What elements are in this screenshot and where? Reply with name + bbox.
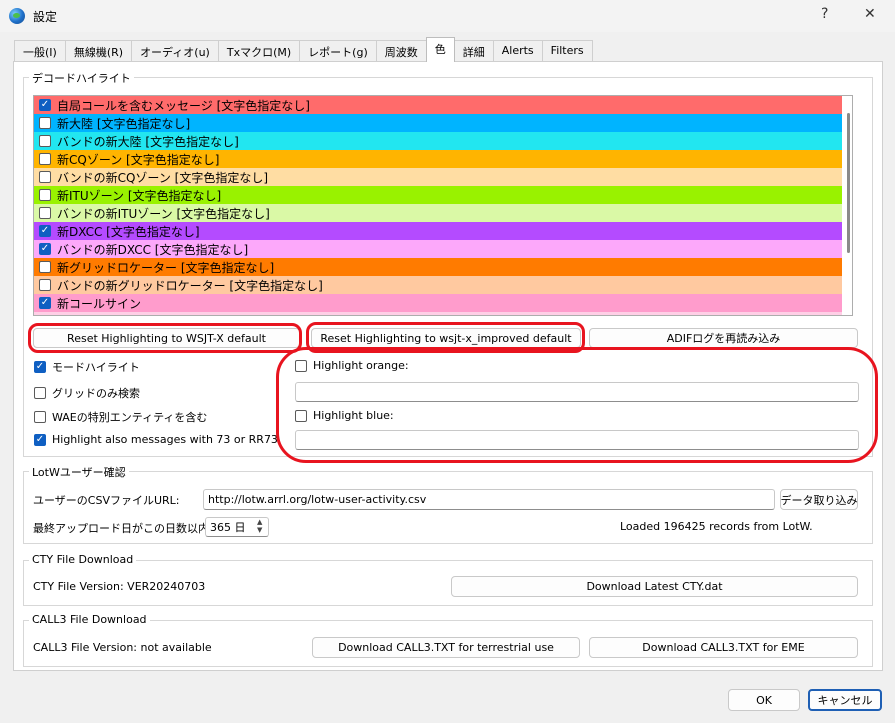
checkbox[interactable]: ✓ xyxy=(39,315,51,316)
cty-download-button[interactable]: Download Latest CTY.dat xyxy=(451,576,858,597)
call3-eme-button[interactable]: Download CALL3.TXT for EME xyxy=(589,637,858,658)
list-item-label: バンドの新大陸 [文字色指定なし] xyxy=(57,134,239,149)
ok-button[interactable]: OK xyxy=(728,689,800,711)
list-item-label: 新CQゾーン [文字色指定なし] xyxy=(57,152,220,167)
lotw-title: LotWユーザー確認 xyxy=(29,464,129,480)
mode-highlight-checkbox[interactable]: ✓ モードハイライト xyxy=(34,359,140,375)
checkbox[interactable] xyxy=(34,411,46,423)
checkbox[interactable] xyxy=(39,171,51,183)
list-item-label: 新DXCC [文字色指定なし] xyxy=(57,224,200,239)
reload-adif-button[interactable]: ADIFログを再読み込み xyxy=(589,328,858,348)
checkbox[interactable]: ✓ xyxy=(39,225,51,237)
list-item[interactable]: ✓ バンドの新コールサイン [文字色指定なし] xyxy=(34,312,842,316)
checkbox[interactable]: ✓ xyxy=(34,361,46,373)
spin-arrows-icon[interactable]: ▲ ▼ xyxy=(257,518,262,534)
list-item[interactable]: ✓ 自局コールを含むメッセージ [文字色指定なし] xyxy=(34,96,842,114)
checkbox[interactable] xyxy=(295,359,307,372)
highlight-orange-label: Highlight orange: xyxy=(313,359,409,372)
app-globe-icon xyxy=(9,8,25,24)
list-item[interactable]: バンドの新グリッドロケーター [文字色指定なし] xyxy=(34,276,842,294)
cancel-button[interactable]: キャンセル xyxy=(808,689,882,711)
list-item[interactable]: ✓ 新DXCC [文字色指定なし] xyxy=(34,222,842,240)
list-item-label: 新大陸 [文字色指定なし] xyxy=(57,116,191,131)
grid-only-checkbox[interactable]: グリッドのみ検索 xyxy=(34,385,140,401)
grid-only-label: グリッドのみ検索 xyxy=(52,387,140,400)
checkbox[interactable] xyxy=(39,279,51,291)
highlight-orange-input[interactable] xyxy=(295,382,859,402)
title-bar xyxy=(0,0,895,32)
list-item[interactable]: 新グリッドロケーター [文字色指定なし] xyxy=(34,258,842,276)
highlight-blue-label: Highlight blue: xyxy=(313,409,394,422)
highlight-73-checkbox[interactable]: ✓ Highlight also messages with 73 or RR73 xyxy=(34,433,278,446)
highlight-blue-input[interactable] xyxy=(295,430,859,450)
highlight-blue-checkbox[interactable]: Highlight blue: xyxy=(295,409,394,422)
cty-title: CTY File Download xyxy=(29,553,137,566)
checkbox[interactable] xyxy=(39,117,51,129)
lotw-days-label: 最終アップロード日がこの日数以内: xyxy=(33,522,213,535)
lotw-fetch-button[interactable]: データ取り込み xyxy=(780,489,858,510)
list-item-label: バンドの新ITUゾーン [文字色指定なし] xyxy=(57,206,270,221)
list-item-label: 自局コールを含むメッセージ [文字色指定なし] xyxy=(57,98,310,113)
list-item[interactable]: 新ITUゾーン [文字色指定なし] xyxy=(34,186,842,204)
lotw-url-input[interactable]: http://lotw.arrl.org/lotw-user-activity.… xyxy=(203,489,775,510)
list-item-label: 新ITUゾーン [文字色指定なし] xyxy=(57,188,222,203)
list-scrollbar-thumb[interactable] xyxy=(847,113,850,253)
help-button[interactable]: ? xyxy=(821,6,828,22)
highlight-orange-checkbox[interactable]: Highlight orange: xyxy=(295,359,409,372)
tab-radio[interactable]: 無線機(R) xyxy=(64,40,133,62)
decode-highlight-title: デコードハイライト xyxy=(29,70,134,86)
list-item[interactable]: バンドの新大陸 [文字色指定なし] xyxy=(34,132,842,150)
checkbox[interactable] xyxy=(295,409,307,422)
tab-general[interactable]: 一般(I) xyxy=(14,40,66,62)
checkbox[interactable]: ✓ xyxy=(39,243,51,255)
list-item-label: 新グリッドロケーター [文字色指定なし] xyxy=(57,260,275,275)
tab-frequencies[interactable]: 周波数 xyxy=(375,40,427,62)
list-item[interactable]: ✓ バンドの新DXCC [文字色指定なし] xyxy=(34,240,842,258)
call3-terrestrial-button[interactable]: Download CALL3.TXT for terrestrial use xyxy=(312,637,580,658)
window-title: 設定 xyxy=(33,10,58,24)
close-button[interactable]: ✕ xyxy=(864,6,876,22)
call3-version: CALL3 File Version: not available xyxy=(33,641,212,654)
checkbox[interactable] xyxy=(39,207,51,219)
tab-filters[interactable]: Filters xyxy=(541,40,593,62)
wae-checkbox[interactable]: WAEの特別エンティティを含む xyxy=(34,409,207,425)
checkbox[interactable] xyxy=(39,153,51,165)
lotw-status: Loaded 196425 records from LotW. xyxy=(620,520,813,533)
tab-tx-macros[interactable]: Txマクロ(M) xyxy=(217,40,301,62)
checkbox[interactable] xyxy=(39,189,51,201)
list-item[interactable]: バンドの新CQゾーン [文字色指定なし] xyxy=(34,168,842,186)
checkbox[interactable]: ✓ xyxy=(39,297,51,309)
list-item-label: 新コールサイン xyxy=(57,296,142,311)
list-item-label: バンドの新グリッドロケーター [文字色指定なし] xyxy=(57,278,323,293)
list-item[interactable]: バンドの新ITUゾーン [文字色指定なし] xyxy=(34,204,842,222)
lotw-days-value: 365 日 xyxy=(210,521,246,534)
list-item[interactable]: ✓ 新コールサイン xyxy=(34,294,842,312)
highlight-list[interactable]: ✓ 自局コールを含むメッセージ [文字色指定なし] 新大陸 [文字色指定なし] バ… xyxy=(33,95,853,316)
tab-advanced[interactable]: 詳細 xyxy=(453,40,494,62)
checkbox[interactable]: ✓ xyxy=(34,433,46,446)
list-item-label: バンドの新DXCC [文字色指定なし] xyxy=(57,242,249,257)
list-item-label: バンドの新CQゾーン [文字色指定なし] xyxy=(57,170,269,185)
list-item-label: バンドの新コールサイン [文字色指定なし] xyxy=(57,313,287,316)
reset-wsjtx-button[interactable]: Reset Highlighting to WSJT-X default xyxy=(33,328,300,348)
mode-highlight-label: モードハイライト xyxy=(52,361,140,374)
reset-improved-button[interactable]: Reset Highlighting to wsjt-x_improved de… xyxy=(311,328,581,348)
tab-colors[interactable]: 色 xyxy=(425,37,455,62)
call3-title: CALL3 File Download xyxy=(29,613,150,626)
wae-label: WAEの特別エンティティを含む xyxy=(52,411,208,424)
checkbox[interactable]: ✓ xyxy=(39,99,51,111)
list-item[interactable]: 新CQゾーン [文字色指定なし] xyxy=(34,150,842,168)
tab-bar: 一般(I) 無線機(R) オーディオ(u) Txマクロ(M) レポート(g) 周… xyxy=(14,37,593,62)
cty-version: CTY File Version: VER20240703 xyxy=(33,580,206,593)
checkbox[interactable] xyxy=(34,387,46,399)
checkbox[interactable] xyxy=(39,135,51,147)
tab-alerts[interactable]: Alerts xyxy=(492,40,543,62)
tab-reporting[interactable]: レポート(g) xyxy=(299,40,377,62)
lotw-url-label: ユーザーのCSVファイルURL: xyxy=(33,494,180,507)
checkbox[interactable] xyxy=(39,261,51,273)
tab-audio[interactable]: オーディオ(u) xyxy=(131,40,219,62)
highlight-73-label: Highlight also messages with 73 or RR73 xyxy=(52,433,278,446)
list-item[interactable]: 新大陸 [文字色指定なし] xyxy=(34,114,842,132)
